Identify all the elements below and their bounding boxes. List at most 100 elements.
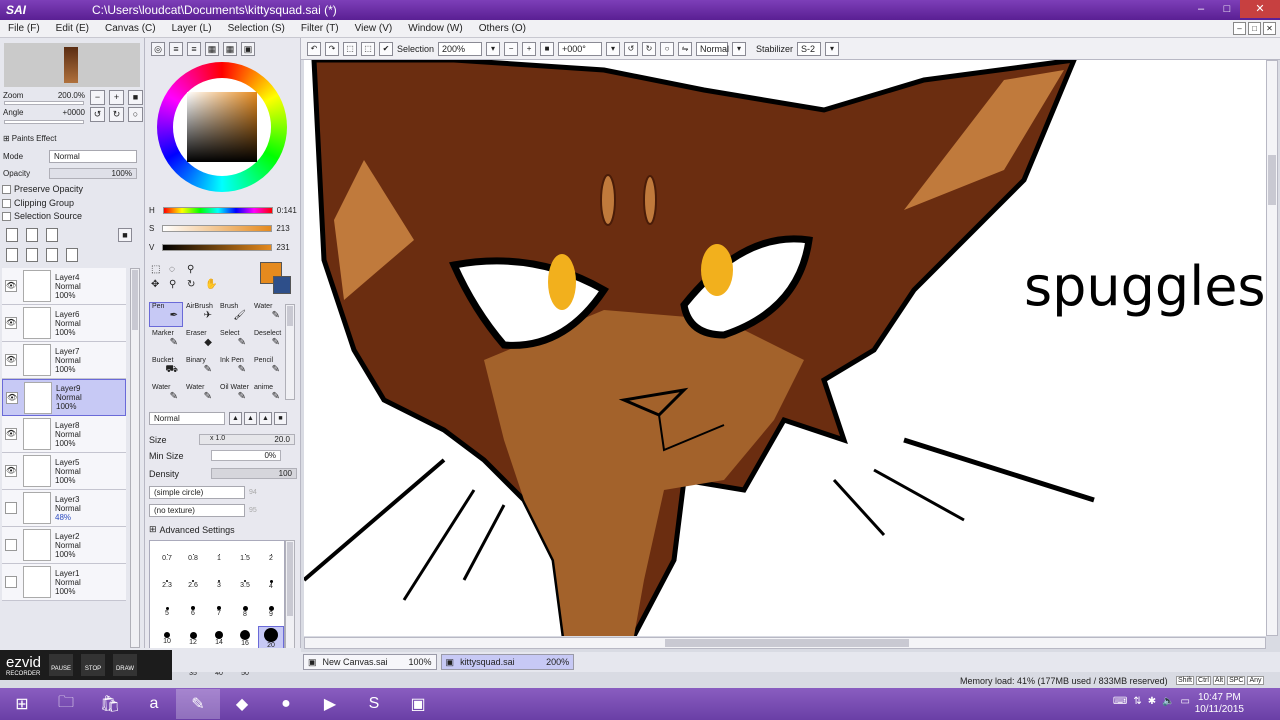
brush-texture-select[interactable]: (no texture): [149, 504, 245, 517]
rect-select-icon[interactable]: ⬚: [151, 264, 169, 275]
navigator-preview[interactable]: [4, 43, 140, 87]
visibility-eye-icon[interactable]: 👁: [5, 465, 17, 477]
layer-row[interactable]: 👁 Layer5 Normal 100%: [2, 453, 126, 490]
layer-row[interactable]: 👁 Layer6 Normal 100%: [2, 305, 126, 342]
angle-slider[interactable]: [4, 120, 84, 124]
volume-icon[interactable]: 🔈: [1162, 696, 1174, 707]
layer-row[interactable]: 👁 Layer8 Normal 100%: [2, 416, 126, 453]
brush-size-preset[interactable]: 2.3: [154, 572, 180, 597]
visibility-eye-icon[interactable]: [5, 502, 17, 514]
keyboard-icon[interactable]: ⌨: [1113, 696, 1127, 707]
size-slider[interactable]: x 1.0 20.0: [199, 434, 295, 445]
brush-size-preset[interactable]: 2.6: [180, 572, 206, 597]
layer-mask-icon[interactable]: ■: [118, 228, 132, 242]
layer-scrollbar[interactable]: [130, 268, 140, 648]
brush-size-preset[interactable]: 0.7: [154, 545, 180, 570]
brush-size-preset[interactable]: 0.8: [180, 545, 206, 570]
scratchpad-tab-icon[interactable]: ▣: [241, 42, 255, 56]
brush-shape-select[interactable]: (simple circle): [149, 486, 245, 499]
clipping-group-row[interactable]: Clipping Group: [2, 198, 74, 208]
app-icon-2[interactable]: ▣: [396, 689, 440, 719]
redo-icon[interactable]: ↷: [325, 41, 339, 56]
brush-binary[interactable]: Binary ✎: [183, 356, 217, 381]
menu-window[interactable]: Window (W): [400, 23, 470, 34]
brush-size-preset[interactable]: 9: [258, 599, 284, 624]
brush-size-preset[interactable]: 8: [232, 599, 258, 624]
visibility-eye-icon[interactable]: 👁: [5, 428, 17, 440]
color-square[interactable]: [187, 92, 257, 162]
preserve-opacity-row[interactable]: Preserve Opacity: [2, 184, 83, 194]
pause-button[interactable]: PAUSE: [49, 654, 74, 676]
store-icon[interactable]: 🛍: [88, 689, 132, 719]
tip-square-icon[interactable]: ▲: [229, 412, 242, 425]
firefox-icon[interactable]: ●: [264, 689, 308, 719]
brush-size-preset[interactable]: 6: [180, 599, 206, 624]
undo-icon[interactable]: ↶: [307, 41, 321, 56]
rgb-slider-tab-icon[interactable]: ≡: [169, 42, 183, 56]
canvas-horizontal-scrollbar[interactable]: [304, 637, 1266, 649]
network-icon[interactable]: ⇅: [1133, 696, 1141, 707]
hue-slider[interactable]: [162, 207, 273, 214]
brush-size-preset[interactable]: 3.5: [232, 572, 258, 597]
rotation-dropdown-icon[interactable]: ▾: [606, 41, 621, 56]
tab-kittysquad[interactable]: ▣ kittysquad.sai 200%: [440, 654, 575, 670]
rotate-right-icon[interactable]: ↻: [642, 41, 657, 56]
move-icon[interactable]: ✥: [151, 279, 169, 290]
layer-row[interactable]: 👁 Layer4 Normal 100%: [2, 268, 126, 305]
brush-anime[interactable]: anime ✎: [251, 383, 285, 408]
amazon-icon[interactable]: a: [132, 689, 176, 719]
paints-effect-label[interactable]: Paints Effect: [12, 134, 57, 143]
selection-source-checkbox[interactable]: [2, 211, 11, 221]
brush-pencil[interactable]: Pencil ✎: [251, 356, 285, 381]
drawing-canvas[interactable]: spuggles: [304, 60, 1266, 636]
visibility-eye-icon[interactable]: [5, 539, 17, 551]
minimize-button[interactable]: –: [1188, 0, 1214, 18]
view-blend-field[interactable]: Normal: [696, 41, 729, 56]
preserve-opacity-checkbox[interactable]: [2, 184, 11, 194]
lasso-icon[interactable]: ◌: [169, 264, 187, 275]
vertical-scroll-thumb[interactable]: [1268, 155, 1276, 205]
selection-source-row[interactable]: Selection Source: [2, 211, 82, 221]
zoom-slider[interactable]: [4, 101, 84, 105]
rotation-field[interactable]: +000°: [558, 41, 603, 56]
brush-water-3[interactable]: Water ✎: [183, 383, 217, 408]
tip-hard-icon[interactable]: ■: [274, 412, 287, 425]
brush-brush[interactable]: Brush 🖌: [217, 302, 251, 327]
invert-selection-icon[interactable]: ⬚: [361, 41, 375, 56]
rotate-reset-icon[interactable]: ○: [128, 107, 143, 122]
menu-edit[interactable]: Edit (E): [48, 23, 97, 34]
brush-bucket[interactable]: Bucket ⛟: [149, 356, 183, 381]
deselect-icon[interactable]: ⬚: [343, 41, 357, 56]
mdi-restore-button[interactable]: □: [1248, 22, 1261, 35]
system-clock[interactable]: 10:47 PM 10/11/2015: [1195, 692, 1244, 716]
visibility-eye-icon[interactable]: 👁: [6, 391, 18, 404]
zoom-out-icon[interactable]: −: [504, 41, 519, 56]
zoom-reset-icon[interactable]: ■: [540, 41, 555, 56]
brush-oil-water[interactable]: Oil Water ✎: [217, 383, 251, 408]
maximize-button[interactable]: □: [1214, 0, 1240, 18]
brush-water-2[interactable]: Water ✎: [149, 383, 183, 408]
draw-button[interactable]: DRAW: [113, 654, 138, 676]
app-icon[interactable]: ◆: [220, 689, 264, 719]
brush-size-preset[interactable]: 5: [154, 599, 180, 624]
brush-airbrush[interactable]: AirBrush ✈: [183, 302, 217, 327]
layer-row[interactable]: Layer1 Normal 100%: [2, 564, 126, 601]
zoom-value[interactable]: 200.0%: [25, 91, 85, 100]
hand-tool-icon[interactable]: ✋: [205, 279, 223, 290]
value-slider[interactable]: [162, 244, 273, 251]
menu-others[interactable]: Others (O): [471, 23, 534, 34]
layer-row[interactable]: Layer2 Normal 100%: [2, 527, 126, 564]
zoom-in-icon[interactable]: +: [522, 41, 537, 56]
tip-flat-icon[interactable]: ▲: [259, 412, 272, 425]
plus-icon[interactable]: ⊞: [3, 134, 10, 143]
brush-marker[interactable]: Marker ✎: [149, 329, 183, 354]
menu-layer[interactable]: Layer (L): [164, 23, 220, 34]
brush-ink-pen[interactable]: Ink Pen ✎: [217, 356, 251, 381]
mdi-close-button[interactable]: ✕: [1263, 22, 1276, 35]
hsv-slider-tab-icon[interactable]: ≡: [187, 42, 201, 56]
rotate-right-icon[interactable]: ↻: [109, 107, 124, 122]
view-blend-dropdown-icon[interactable]: ▾: [732, 41, 747, 56]
merge-down-icon[interactable]: [26, 248, 38, 262]
brush-select[interactable]: Select ✎: [217, 329, 251, 354]
stop-button[interactable]: STOP: [81, 654, 106, 676]
